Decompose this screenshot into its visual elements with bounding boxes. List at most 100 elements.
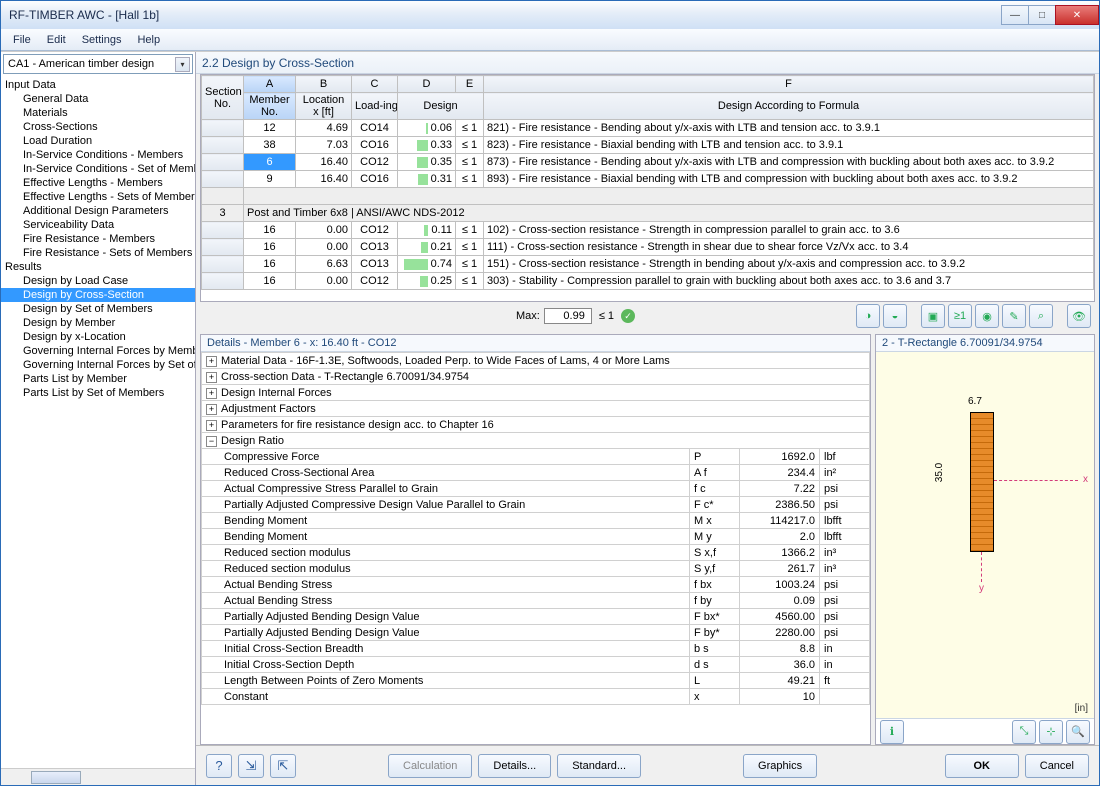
case-combo[interactable]: CA1 - American timber design ▾ [3,54,193,74]
result-toolbar: ◑ ◒ ▣ ≥1 ◉ ✎ ⌕ 👁 [856,304,1091,328]
cs-unit: [in] [1075,703,1088,714]
tree-item[interactable]: Parts List by Set of Members [1,386,195,400]
details-body[interactable]: +Material Data - 16F-1.3E, Softwoods, Lo… [201,352,870,744]
tree-item[interactable]: Effective Lengths - Sets of Members [1,190,195,204]
menu-edit[interactable]: Edit [39,31,74,49]
expand-icon[interactable]: + [206,372,217,383]
cs-info-button[interactable]: ℹ [880,720,904,744]
graphics-button[interactable]: Graphics [743,754,817,778]
tree-header: Results [1,260,195,274]
detail-row: Reduced Cross-Sectional AreaA f234.4in² [202,465,870,481]
tree-item[interactable]: In-Service Conditions - Members [1,148,195,162]
tree-item[interactable]: Design by Member [1,316,195,330]
cs-shape [970,412,994,552]
menubar: File Edit Settings Help [1,29,1099,51]
tree-item[interactable]: Parts List by Member [1,372,195,386]
cs-tool-2[interactable]: ⊹ [1039,720,1063,744]
detail-row: Actual Bending Stressf bx1003.24psi [202,577,870,593]
export-button-2[interactable]: ⇱ [270,754,296,778]
menu-help[interactable]: Help [129,31,168,49]
toolbar-btn-3[interactable]: ▣ [921,304,945,328]
tree-item[interactable]: Governing Internal Forces by Set of Memb… [1,358,195,372]
detail-row: Actual Bending Stressf by0.09psi [202,593,870,609]
nav-panel: CA1 - American timber design ▾ Input Dat… [1,52,196,785]
cs-tool-3[interactable]: 🔍 [1066,720,1090,744]
tree-item[interactable]: Load Duration [1,134,195,148]
toolbar-btn-4[interactable]: ≥1 [948,304,972,328]
detail-row: Constantx10 [202,689,870,705]
help-button[interactable]: ? [206,754,232,778]
tree-item[interactable]: Serviceability Data [1,218,195,232]
section-title: 2.2 Design by Cross-Section [196,52,1099,74]
axis-x [994,480,1078,481]
cs-height: 35.0 [934,463,945,482]
max-le: ≤ 1 [596,310,617,322]
case-combo-value: CA1 - American timber design [8,58,154,70]
tree-item[interactable]: General Data [1,92,195,106]
detail-row: Actual Compressive Stress Parallel to Gr… [202,481,870,497]
minimize-button[interactable]: — [1001,5,1029,25]
collapse-icon[interactable]: − [206,436,217,447]
standard-button[interactable]: Standard... [557,754,641,778]
toolbar-btn-eye[interactable]: 👁 [1067,304,1091,328]
tree-item[interactable]: Cross-Sections [1,120,195,134]
titlebar: RF-TIMBER AWC - [Hall 1b] — □ ✕ [1,1,1099,29]
tree-item[interactable]: Materials [1,106,195,120]
footer: ? ⇲ ⇱ Calculation Details... Standard...… [196,745,1099,785]
expand-icon[interactable]: + [206,420,217,431]
tree-item[interactable]: Design by x-Location [1,330,195,344]
toolbar-btn-6[interactable]: ✎ [1002,304,1026,328]
tree-item[interactable]: Design by Load Case [1,274,195,288]
window-title: RF-TIMBER AWC - [Hall 1b] [9,8,159,22]
check-ok-icon: ✓ [621,309,635,323]
detail-row: Partially Adjusted Compressive Design Va… [202,497,870,513]
axis-y [981,552,982,582]
detail-row: Partially Adjusted Bending Design ValueF… [202,625,870,641]
tree-item[interactable]: Design by Set of Members [1,302,195,316]
max-label: Max: [516,310,540,322]
tree-item[interactable]: Effective Lengths - Members [1,176,195,190]
nav-scrollbar[interactable] [1,768,195,785]
cancel-button[interactable]: Cancel [1025,754,1089,778]
cs-header: 2 - T-Rectangle 6.70091/34.9754 [876,335,1094,352]
toolbar-btn-5[interactable]: ◉ [975,304,999,328]
tree-item[interactable]: Governing Internal Forces by Member [1,344,195,358]
expand-icon[interactable]: + [206,356,217,367]
max-value: 0.99 [544,308,592,324]
detail-row: Reduced section modulusS x,f1366.2in³ [202,545,870,561]
detail-row: Bending MomentM y2.0lbfft [202,529,870,545]
cs-canvas: 6.7 35.0 [in] [876,352,1094,718]
nav-tree[interactable]: Input DataGeneral DataMaterialsCross-Sec… [1,76,195,768]
close-button[interactable]: ✕ [1055,5,1099,25]
ok-button[interactable]: OK [945,754,1019,778]
detail-row: Initial Cross-Section Depthd s36.0in [202,657,870,673]
detail-row: Bending MomentM x114217.0lbfft [202,513,870,529]
results-grid[interactable]: SectionNo.ABCDEFMemberNo.Locationx [ft]L… [200,74,1095,302]
expand-icon[interactable]: + [206,404,217,415]
details-panel: Details - Member 6 - x: 16.40 ft - CO12 … [200,334,871,745]
detail-row: Compressive ForceP1692.0lbf [202,449,870,465]
detail-row: Partially Adjusted Bending Design ValueF… [202,609,870,625]
detail-row: Length Between Points of Zero MomentsL49… [202,673,870,689]
calculation-button[interactable]: Calculation [388,754,472,778]
cs-tool-1[interactable]: ⤡ [1012,720,1036,744]
tree-item[interactable]: Additional Design Parameters [1,204,195,218]
tree-item[interactable]: In-Service Conditions - Set of Members [1,162,195,176]
tree-item[interactable]: Fire Resistance - Members [1,232,195,246]
cs-width: 6.7 [968,396,982,407]
details-button[interactable]: Details... [478,754,551,778]
menu-settings[interactable]: Settings [74,31,130,49]
expand-icon[interactable]: + [206,388,217,399]
detail-row: Reduced section modulusS y,f261.7in³ [202,561,870,577]
maximize-button[interactable]: □ [1028,5,1056,25]
toolbar-btn-7[interactable]: ⌕ [1029,304,1053,328]
tree-item[interactable]: Design by Cross-Section [1,288,195,302]
chevron-down-icon: ▾ [175,57,190,72]
tree-header: Input Data [1,78,195,92]
tree-item[interactable]: Fire Resistance - Sets of Members [1,246,195,260]
menu-file[interactable]: File [5,31,39,49]
detail-row: Initial Cross-Section Breadthb s8.8in [202,641,870,657]
export-button-1[interactable]: ⇲ [238,754,264,778]
toolbar-btn-1[interactable]: ◑ [856,304,880,328]
toolbar-btn-2[interactable]: ◒ [883,304,907,328]
